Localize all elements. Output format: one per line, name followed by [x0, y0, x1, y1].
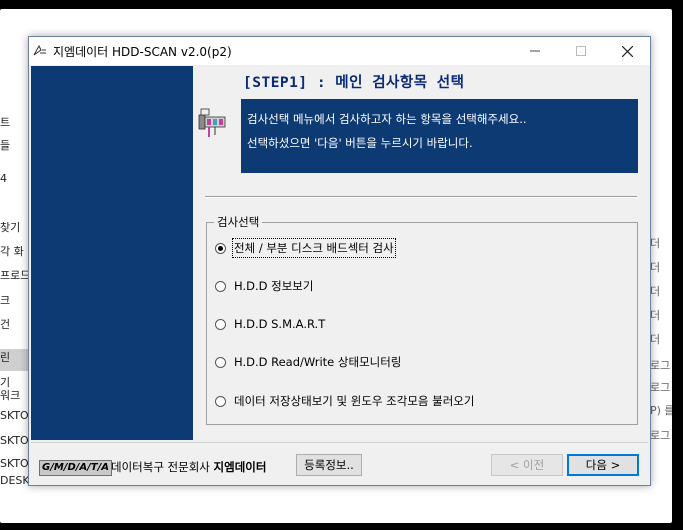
minimize-icon [530, 50, 540, 52]
bg-right-fragment: 더 [650, 261, 661, 274]
radio-button[interactable] [215, 280, 226, 292]
option-label: H.D.D S.M.A.R.T [234, 317, 326, 331]
step-title: [STEP1] : 메인 검사항목 선택 [243, 75, 465, 91]
bg-left-fragment: 각 화 [0, 245, 24, 258]
bg-left-fragment: SKTO [0, 409, 29, 422]
bg-left-fragment-selected: 린 [0, 349, 30, 371]
company-name: 지엠데이터 [213, 460, 267, 474]
option-hdd-smart[interactable]: H.D.D S.M.A.R.T [215, 317, 325, 331]
radio-button[interactable] [215, 318, 226, 330]
instruction-line-2: 선택하셨으면 '다음' 버튼을 누르시기 바랍니다. [247, 136, 473, 150]
hdd-tool-icon [198, 108, 226, 137]
prev-button[interactable]: < 이전 [491, 454, 563, 476]
option-label: 데이터 저장상태보기 및 윈도우 조각모음 불러오기 [234, 394, 475, 408]
wizard-footer: G/M/D/A/T/A 데이터복구 전문회사 지엠데이터 등록정보.. < 이전… [31, 442, 648, 483]
bg-right-fragment: 더 [650, 237, 661, 250]
title-bar[interactable]: 지엠데이터 HDD-SCAN v2.0(p2) [29, 37, 650, 65]
option-data-storage-defrag[interactable]: 데이터 저장상태보기 및 윈도우 조각모음 불러오기 [215, 393, 474, 409]
bg-left-fragment: SKTO [0, 434, 29, 447]
bg-right-fragment: P) 를 [650, 404, 672, 417]
instruction-line-1: 검사선택 메뉴에서 검사하고자 하는 항목을 선택해주세요.. [247, 112, 527, 126]
bg-left-fragment: 크 [0, 294, 11, 307]
bg-left-fragment: 들 [0, 139, 11, 152]
option-full-bad-sector-scan[interactable]: 전체 / 부분 디스크 배드섹터 검사 [215, 238, 396, 258]
maximize-icon [576, 46, 586, 56]
register-info-button[interactable]: 등록정보.. [296, 454, 362, 476]
background-right-pane: 더 더 더 더 더 로그 로그 P) 를 로그 [650, 9, 672, 523]
bg-right-fragment: 로그 [650, 429, 671, 442]
maximize-button[interactable] [558, 37, 604, 65]
company-prefix: 데이터복구 전문회사 [111, 460, 214, 474]
bg-left-fragment: 4 [0, 172, 7, 185]
radio-button-selected[interactable] [215, 242, 226, 254]
divider [205, 196, 637, 198]
bg-left-fragment: 건 [0, 318, 11, 331]
radio-button[interactable] [215, 395, 226, 407]
bg-left-fragment: 워크 [0, 389, 21, 402]
company-text: 데이터복구 전문회사 지엠데이터 [111, 459, 266, 475]
close-button[interactable] [604, 37, 650, 65]
app-icon [33, 44, 46, 56]
option-label: 전체 / 부분 디스크 배드섹터 검사 [232, 238, 396, 258]
window-title: 지엠데이터 HDD-SCAN v2.0(p2) [53, 45, 232, 59]
minimize-button[interactable] [512, 37, 558, 65]
option-hdd-read-write-monitor[interactable]: H.D.D Read/Write 상태모니터링 [215, 354, 401, 370]
next-button[interactable]: 다음 > [567, 454, 639, 476]
bg-left-fragment: 프로드 [0, 269, 30, 282]
background-left-pane: 트 들 4 찾기 각 화 프로드 크 건 린 기 워크 SKTO SKTO SK… [0, 9, 30, 523]
gmdata-logo: G/M/D/A/T/A [39, 460, 113, 476]
bg-right-fragment: 로그 [650, 381, 671, 394]
radio-button[interactable] [215, 356, 226, 368]
option-hdd-info[interactable]: H.D.D 정보보기 [215, 278, 313, 294]
bg-left-fragment: SKTO [0, 457, 29, 470]
hdd-scan-dialog: 지엠데이터 HDD-SCAN v2.0(p2) [STEP1] : 메인 검사항… [28, 36, 651, 486]
bg-right-fragment: 더 [650, 333, 661, 346]
close-icon [621, 45, 633, 57]
bg-right-fragment: 더 [650, 285, 661, 298]
option-label: H.D.D Read/Write 상태모니터링 [234, 355, 402, 369]
scan-selection-group-label: 검사선택 [214, 214, 263, 230]
bg-right-fragment: 로그 [650, 359, 671, 372]
bg-left-fragment: 찾기 [0, 221, 21, 234]
bg-right-fragment: 더 [650, 309, 661, 322]
wizard-sidebar-panel [31, 66, 193, 440]
instruction-panel: 검사선택 메뉴에서 검사하고자 하는 항목을 선택해주세요.. 선택하셨으면 '… [241, 99, 638, 173]
bg-left-fragment: 트 [0, 116, 11, 129]
option-label: H.D.D 정보보기 [234, 279, 314, 293]
